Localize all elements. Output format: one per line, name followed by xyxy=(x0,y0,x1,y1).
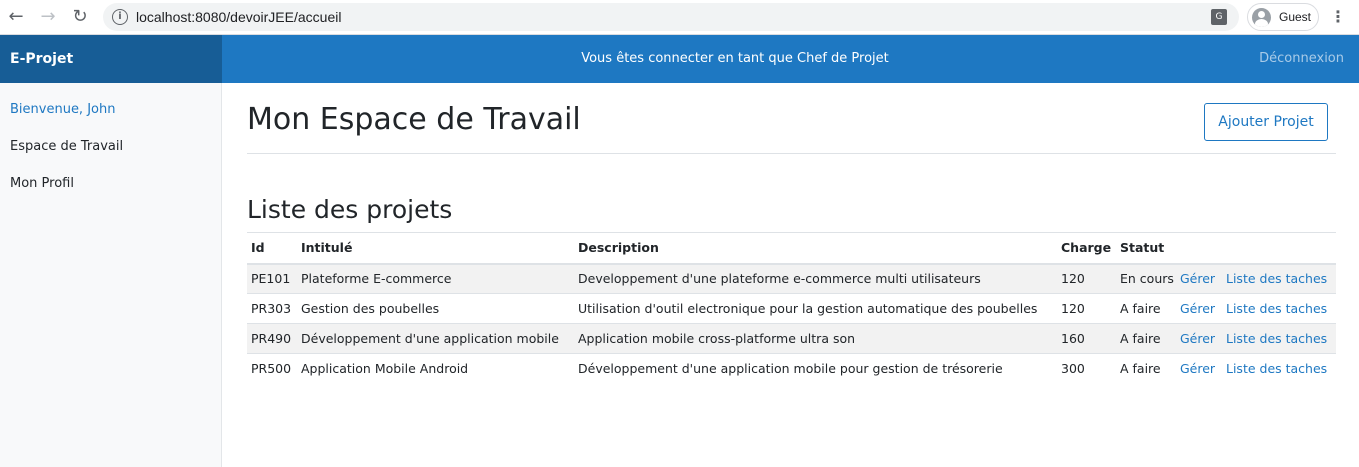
sidebar: Bienvenue, John Espace de Travail Mon Pr… xyxy=(0,83,222,467)
table-row: PR490 Développement d'une application mo… xyxy=(247,323,1336,354)
logout-link[interactable]: Déconnexion xyxy=(1259,35,1344,83)
manage-link[interactable]: Gérer xyxy=(1180,361,1215,376)
page-title: Mon Espace de Travail xyxy=(247,102,581,137)
cell-description: Développement d'une application mobile p… xyxy=(574,353,1057,384)
header-manage xyxy=(1180,232,1226,265)
cell-title: Application Mobile Android xyxy=(297,353,574,384)
info-icon[interactable]: i xyxy=(112,9,128,25)
task-list-link[interactable]: Liste des taches xyxy=(1226,361,1327,376)
cell-status: A faire xyxy=(1116,323,1180,354)
task-list-link[interactable]: Liste des taches xyxy=(1226,301,1327,316)
header-charge: Charge xyxy=(1057,232,1116,265)
cell-description: Application mobile cross-platforme ultra… xyxy=(574,323,1057,354)
task-list-link[interactable]: Liste des taches xyxy=(1226,331,1327,346)
cell-title: Gestion des poubelles xyxy=(297,293,574,324)
add-project-button[interactable]: Ajouter Projet xyxy=(1204,103,1328,141)
browser-toolbar: ← → ↻ i localhost:8080/devoirJEE/accueil… xyxy=(0,0,1359,35)
connection-status: Vous êtes connecter en tant que Chef de … xyxy=(581,51,889,66)
task-list-link[interactable]: Liste des taches xyxy=(1226,271,1327,286)
manage-link[interactable]: Gérer xyxy=(1180,331,1215,346)
table-header-row: Id Intitulé Description Charge Statut xyxy=(247,232,1336,265)
table-row: PE101 Plateforme E-commerce Developpemen… xyxy=(247,263,1336,294)
cell-status: En cours xyxy=(1116,263,1180,294)
cell-charge: 120 xyxy=(1057,293,1116,324)
address-bar[interactable]: i localhost:8080/devoirJEE/accueil G xyxy=(103,3,1239,31)
url-text[interactable]: localhost:8080/devoirJEE/accueil xyxy=(136,9,341,25)
cell-charge: 120 xyxy=(1057,263,1116,294)
sidebar-item-profile[interactable]: Mon Profil xyxy=(0,165,221,202)
section-title: Liste des projets xyxy=(247,195,453,224)
manage-link[interactable]: Gérer xyxy=(1180,301,1215,316)
reload-icon[interactable]: ↻ xyxy=(70,7,90,27)
header-id: Id xyxy=(247,232,297,265)
header-title: Intitulé xyxy=(297,232,574,265)
cell-id: PE101 xyxy=(247,263,297,294)
header-status: Statut xyxy=(1116,232,1180,265)
table-row: PR500 Application Mobile Android Dévelop… xyxy=(247,353,1336,384)
cell-status: A faire xyxy=(1116,353,1180,384)
cell-title: Plateforme E-commerce xyxy=(297,263,574,294)
cell-id: PR500 xyxy=(247,353,297,384)
header-description: Description xyxy=(574,232,1057,265)
cell-id: PR303 xyxy=(247,293,297,324)
forward-arrow-icon[interactable]: → xyxy=(38,7,58,27)
sidebar-item-workspace[interactable]: Espace de Travail xyxy=(0,128,221,165)
cell-id: PR490 xyxy=(247,323,297,354)
cell-charge: 160 xyxy=(1057,323,1116,354)
avatar-icon xyxy=(1252,8,1271,27)
divider xyxy=(247,153,1336,154)
cell-description: Utilisation d'outil electronique pour la… xyxy=(574,293,1057,324)
cell-description: Developpement d'une plateforme e-commerc… xyxy=(574,263,1057,294)
top-navbar: E-Projet Vous êtes connecter en tant que… xyxy=(0,35,1359,83)
profile-label: Guest xyxy=(1279,10,1312,24)
back-arrow-icon[interactable]: ← xyxy=(6,7,26,27)
profile-button[interactable]: Guest xyxy=(1247,3,1319,31)
kebab-menu-icon[interactable]: ⋮ xyxy=(1330,8,1346,26)
manage-link[interactable]: Gérer xyxy=(1180,271,1215,286)
brand-logo[interactable]: E-Projet xyxy=(0,35,222,83)
translate-icon[interactable]: G xyxy=(1211,9,1227,25)
cell-title: Développement d'une application mobile xyxy=(297,323,574,354)
projects-table: Id Intitulé Description Charge Statut PE… xyxy=(247,232,1336,384)
sidebar-item-welcome[interactable]: Bienvenue, John xyxy=(0,91,221,128)
table-row: PR303 Gestion des poubelles Utilisation … xyxy=(247,293,1336,324)
header-tasks xyxy=(1226,232,1336,265)
cell-status: A faire xyxy=(1116,293,1180,324)
cell-charge: 300 xyxy=(1057,353,1116,384)
